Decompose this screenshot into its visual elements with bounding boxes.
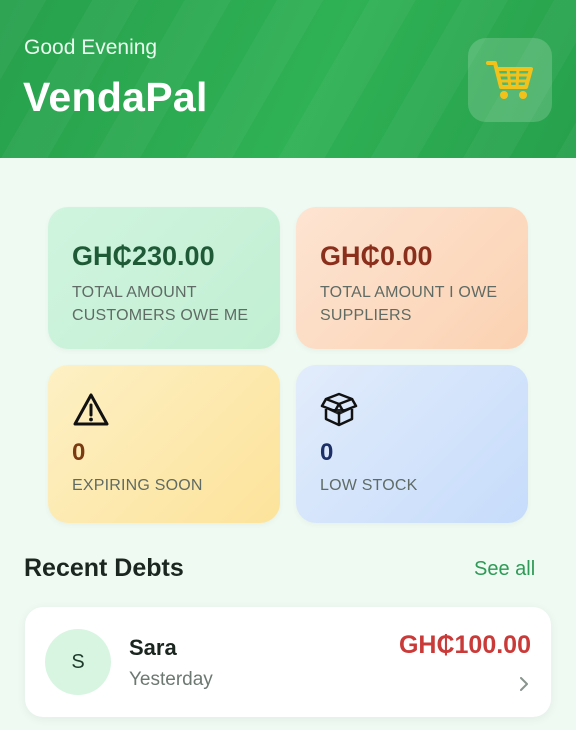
customers-owe-amount: GH₵230.00 <box>72 241 215 271</box>
greeting-text: Good Evening <box>24 36 158 59</box>
expiring-soon-card[interactable]: 0 EXPIRING SOON <box>48 365 280 523</box>
expiring-count: 0 <box>72 439 86 466</box>
see-all-link[interactable]: See all <box>474 558 535 581</box>
customers-owe-label: TOTAL AMOUNT CUSTOMERS OWE ME <box>72 284 249 324</box>
low-stock-label: LOW STOCK <box>320 477 418 494</box>
warning-triangle-icon <box>73 393 109 426</box>
supplier-owe-amount: GH₵0.00 <box>320 241 433 271</box>
chevron-right-icon <box>520 677 528 691</box>
debt-amount: GH₵100.00 <box>398 631 531 659</box>
supplier-owe-label: TOTAL AMOUNT I OWE SUPPLIERS <box>320 284 498 324</box>
open-box-icon <box>320 392 358 427</box>
avatar: S <box>45 629 111 695</box>
customers-owe-card[interactable]: GH₵230.00 TOTAL AMOUNT CUSTOMERS OWE ME <box>48 207 280 349</box>
cart-button[interactable] <box>468 38 552 122</box>
low-stock-count: 0 <box>320 439 334 466</box>
debt-date: Yesterday <box>129 669 213 690</box>
app-title: VendaPal <box>23 74 208 120</box>
supplier-owe-card[interactable]: GH₵0.00 TOTAL AMOUNT I OWE SUPPLIERS <box>296 207 528 349</box>
recent-debts-title: Recent Debts <box>24 554 184 582</box>
low-stock-card[interactable]: 0 LOW STOCK <box>296 365 528 523</box>
shopping-cart-icon <box>486 61 533 99</box>
debtor-name: Sara <box>129 635 177 660</box>
debt-list-item[interactable]: S Sara Yesterday GH₵100.00 <box>25 607 551 717</box>
app-header: Good Evening VendaPal <box>0 0 576 158</box>
expiring-label: EXPIRING SOON <box>72 477 203 494</box>
